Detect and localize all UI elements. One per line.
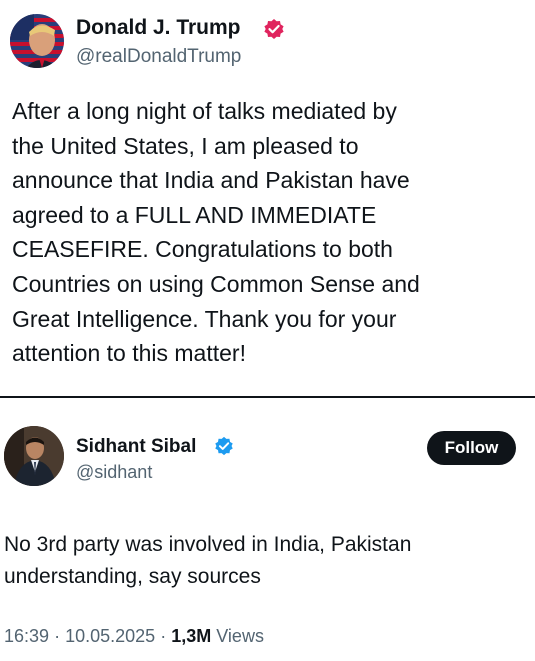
tweet-text: No 3rd party was involved in India, Paki… [4, 533, 412, 588]
tweet-text: After a long night of talks mediated by … [12, 98, 420, 367]
verified-badge-icon [263, 18, 285, 40]
author-avatar[interactable] [4, 426, 64, 486]
meta-separator: · [54, 626, 61, 646]
reply-tweet-card: Sidhant Sibal @sidhant Follow No 3rd par… [0, 398, 535, 661]
tweet-date[interactable]: 10.05.2025 [65, 626, 155, 646]
quoted-tweet-card: Donald J. Trump @realDonaldTrump After a… [0, 0, 535, 396]
author-name[interactable]: Donald J. Trump [76, 16, 241, 40]
author-handle[interactable]: @sidhant [76, 462, 152, 483]
author-name[interactable]: Sidhant Sibal [76, 436, 196, 458]
tweet-meta: 16:39 · 10.05.2025 · 1,3M Views [4, 626, 264, 647]
tweet-time[interactable]: 16:39 [4, 626, 49, 646]
author-handle[interactable]: @realDonaldTrump [76, 46, 241, 68]
meta-separator: · [160, 626, 167, 646]
flag-portrait-avatar-icon [10, 14, 64, 68]
author-avatar[interactable] [10, 14, 64, 68]
verified-badge-icon [214, 436, 234, 456]
views-label: Views [216, 626, 264, 646]
follow-button[interactable]: Follow [427, 431, 516, 465]
portrait-avatar-icon [4, 426, 64, 486]
views-count: 1,3M [171, 626, 212, 646]
